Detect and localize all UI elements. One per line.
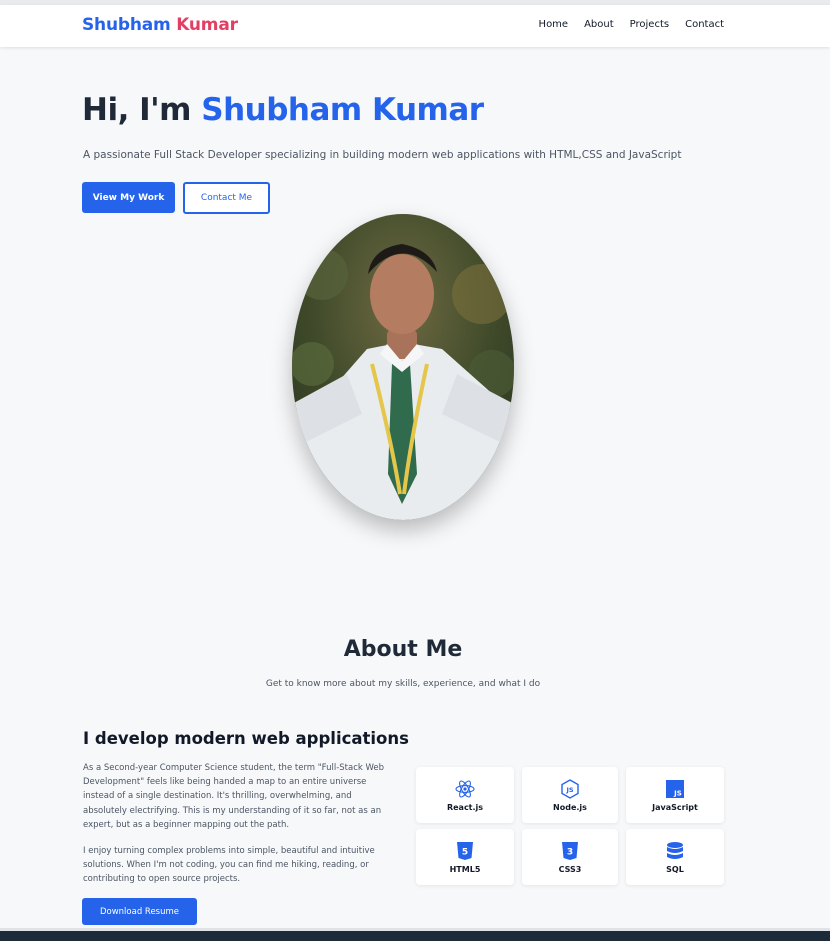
profile-photo <box>292 214 514 520</box>
skill-label: CSS3 <box>558 864 582 874</box>
nav-link-about[interactable]: About <box>584 19 614 30</box>
nav-link-projects[interactable]: Projects <box>630 19 669 30</box>
skills-grid: React.js JS Node.js JS JavaScript 5 HTML… <box>416 767 725 885</box>
hero-subtitle: A passionate Full Stack Developer specia… <box>83 149 682 161</box>
about-subtitle: Get to know more about my skills, experi… <box>265 679 541 689</box>
skill-card-css3: 3 CSS3 <box>522 829 618 885</box>
hero-greeting: Hi, I'm <box>82 92 191 128</box>
javascript-icon: JS <box>665 779 685 799</box>
skill-card-javascript: JS JavaScript <box>626 767 724 823</box>
nodejs-icon: JS <box>560 778 580 799</box>
hero-name: Shubham Kumar <box>201 92 484 128</box>
nav-link-contact[interactable]: Contact <box>685 19 724 30</box>
css3-icon: 3 <box>560 841 580 861</box>
skill-card-node: JS Node.js <box>522 767 618 823</box>
skill-label: JavaScript <box>652 802 698 812</box>
skill-card-sql: SQL <box>626 829 724 885</box>
skill-label: HTML5 <box>449 864 481 874</box>
nav-link-home[interactable]: Home <box>539 19 569 30</box>
skill-label: SQL <box>666 864 684 874</box>
download-resume-button[interactable]: Download Resume <box>82 898 197 925</box>
logo-last-name: Kumar <box>176 15 238 35</box>
about-paragraph-1: As a Second-year Computer Science studen… <box>83 763 385 830</box>
react-icon <box>455 779 475 799</box>
logo-first-name: Shubham <box>82 15 171 35</box>
svg-text:3: 3 <box>567 847 573 857</box>
about-paragraph-2: I enjoy turning complex problems into si… <box>83 846 375 885</box>
site-logo[interactable]: Shubham Kumar <box>82 15 238 35</box>
skill-label: React.js <box>446 802 484 812</box>
view-work-button[interactable]: View My Work <box>82 182 175 213</box>
database-icon <box>665 841 685 861</box>
skill-card-html5: 5 HTML5 <box>416 829 514 885</box>
profile-photo-illustration <box>292 214 514 520</box>
skill-label: Node.js <box>553 802 587 812</box>
about-title: About Me <box>343 637 463 662</box>
navbar: Shubham Kumar Home About Projects Contac… <box>0 5 830 47</box>
svg-text:JS: JS <box>673 789 682 797</box>
svg-text:JS: JS <box>565 786 573 794</box>
about-heading: I develop modern web applications <box>83 729 409 748</box>
nav-links: Home About Projects Contact <box>539 19 724 30</box>
html5-icon: 5 <box>455 841 475 861</box>
skill-card-react: React.js <box>416 767 514 823</box>
os-taskbar <box>0 931 830 941</box>
contact-me-button[interactable]: Contact Me <box>183 182 270 214</box>
svg-text:5: 5 <box>462 847 468 857</box>
hero-title: Hi, I'm Shubham Kumar <box>82 92 484 128</box>
